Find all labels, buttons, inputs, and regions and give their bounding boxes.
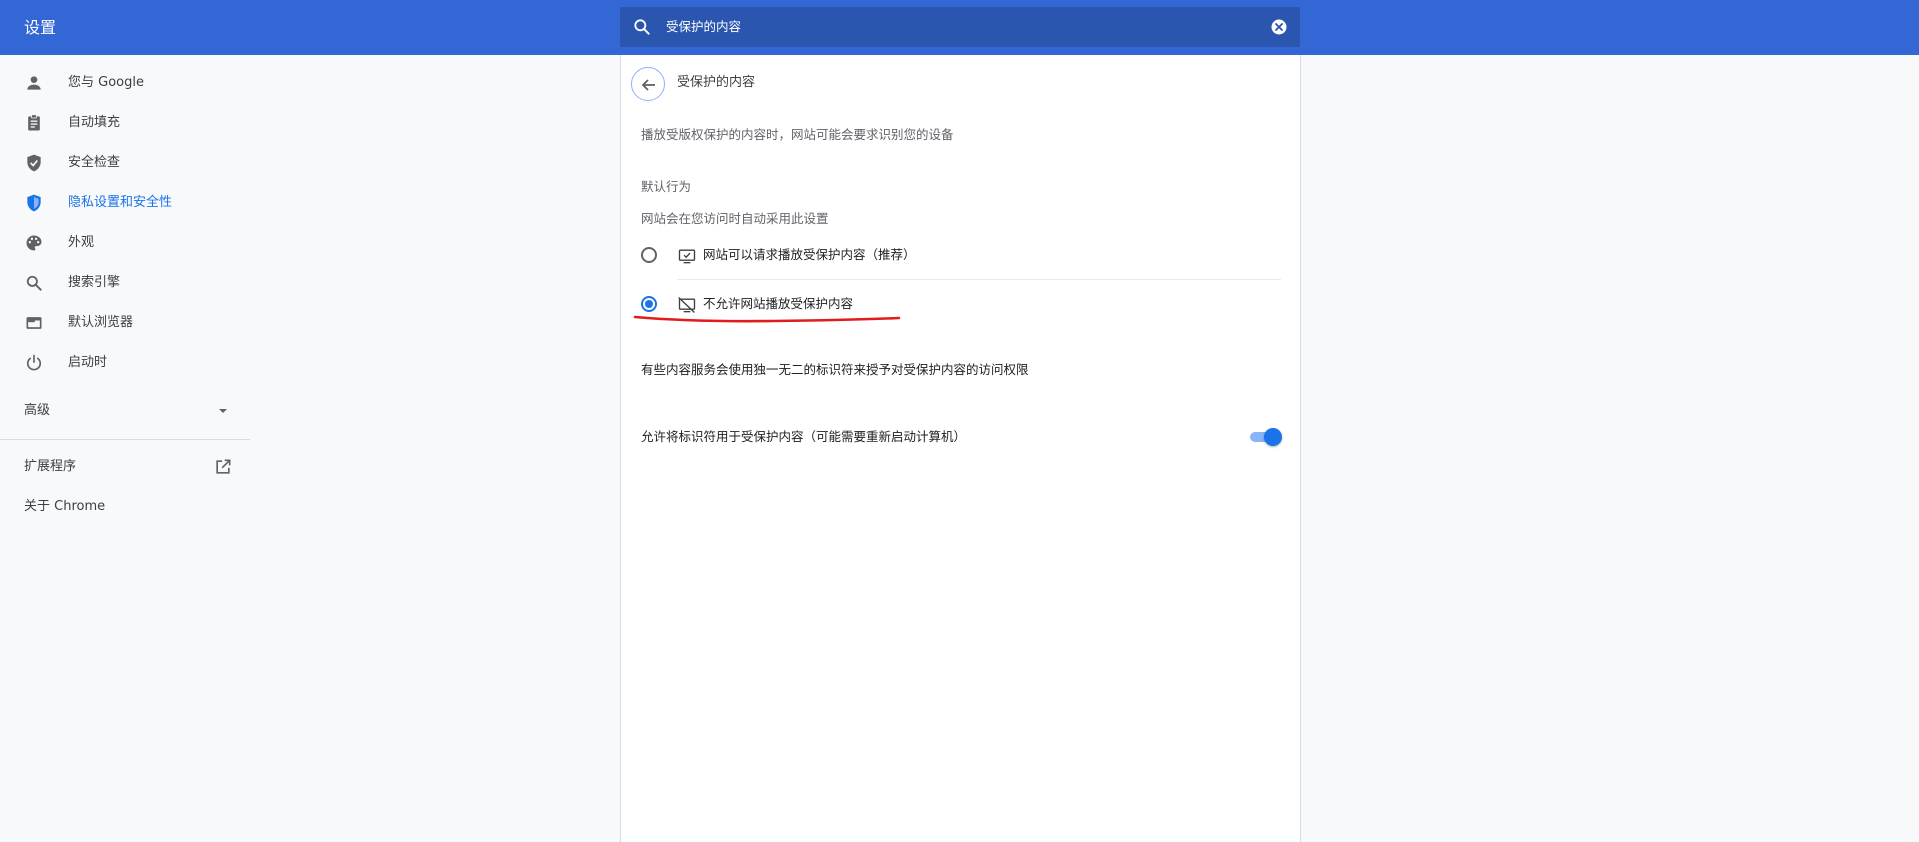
option-allow-protected[interactable]: 网站可以请求播放受保护内容（推荐） bbox=[621, 235, 1301, 275]
sidebar-item-label: 隐私设置和安全性 bbox=[68, 195, 173, 210]
identifier-info: 有些内容服务会使用独一无二的标识符来授予对受保护内容的访问权限 bbox=[641, 362, 1029, 377]
back-button[interactable] bbox=[631, 67, 665, 101]
sidebar-item-label: 自动填充 bbox=[68, 115, 121, 130]
open-in-new-icon bbox=[216, 459, 231, 474]
sidebar-item-label: 默认浏览器 bbox=[68, 315, 134, 330]
advanced-label: 高级 bbox=[24, 403, 51, 418]
top-bar: 设置 受保护的内容 bbox=[0, 0, 1919, 55]
sidebar-divider bbox=[0, 439, 250, 440]
search-icon bbox=[26, 275, 42, 291]
advanced-toggle[interactable]: 高级 bbox=[0, 391, 250, 431]
about-label: 关于 Chrome bbox=[24, 499, 106, 514]
chevron-down-icon bbox=[219, 409, 227, 413]
sidebar-item-default-browser[interactable]: 默认浏览器 bbox=[0, 303, 250, 343]
sidebar-item-extensions[interactable]: 扩展程序 bbox=[0, 447, 250, 487]
sidebar-item-label: 搜索引擎 bbox=[68, 275, 121, 290]
option-label: 不允许网站播放受保护内容 bbox=[703, 296, 854, 311]
option-label: 网站可以请求播放受保护内容（推荐） bbox=[703, 247, 916, 262]
search-input[interactable]: 受保护的内容 bbox=[666, 18, 741, 36]
search-icon[interactable] bbox=[632, 17, 652, 37]
search-box[interactable]: 受保护的内容 bbox=[620, 7, 1300, 47]
radio-button[interactable] bbox=[641, 247, 657, 263]
palette-icon bbox=[26, 235, 42, 251]
shield-icon bbox=[27, 194, 41, 212]
sidebar-item-autofill[interactable]: 自动填充 bbox=[0, 103, 250, 143]
power-icon bbox=[26, 354, 42, 371]
monitor-check-icon bbox=[678, 249, 696, 264]
clear-icon[interactable] bbox=[1270, 18, 1288, 36]
toggle-knob bbox=[1264, 428, 1282, 446]
sidebar-item-safety-check[interactable]: 安全检查 bbox=[0, 143, 250, 183]
page-description: 播放受版权保护的内容时，网站可能会要求识别您的设备 bbox=[641, 127, 954, 142]
identifier-toggle-row[interactable]: 允许将标识符用于受保护内容（可能需要重新启动计算机） bbox=[621, 421, 1301, 453]
default-behavior-label: 默认行为 bbox=[641, 179, 692, 194]
sidebar-item-privacy[interactable]: 隐私设置和安全性 bbox=[0, 183, 250, 223]
identifier-toggle[interactable] bbox=[1248, 428, 1282, 446]
browser-icon bbox=[26, 317, 42, 329]
person-icon bbox=[27, 76, 41, 90]
sidebar-item-label: 安全检查 bbox=[68, 155, 121, 170]
settings-card: 受保护的内容 播放受版权保护的内容时，网站可能会要求识别您的设备 默认行为 网站… bbox=[620, 55, 1301, 842]
red-annotation-underline bbox=[633, 315, 901, 323]
option-divider bbox=[677, 279, 1281, 280]
extensions-label: 扩展程序 bbox=[24, 459, 77, 474]
sidebar-item-appearance[interactable]: 外观 bbox=[0, 223, 250, 263]
sidebar-item-you-and-google[interactable]: 您与 Google bbox=[0, 63, 250, 103]
radio-button-selected[interactable] bbox=[641, 296, 657, 312]
arrow-back-icon bbox=[641, 79, 655, 91]
sidebar-item-label: 启动时 bbox=[68, 355, 108, 370]
sidebar: 您与 Google 自动填充 安全检查 隐私设置和安全性 外观 搜索引擎 默认浏… bbox=[0, 55, 250, 842]
clipboard-icon bbox=[28, 114, 40, 131]
app-title: 设置 bbox=[24, 18, 57, 37]
page-title: 受保护的内容 bbox=[677, 75, 756, 90]
sidebar-item-search-engine[interactable]: 搜索引擎 bbox=[0, 263, 250, 303]
sidebar-item-about-chrome[interactable]: 关于 Chrome bbox=[0, 487, 250, 527]
default-behavior-sub: 网站会在您访问时自动采用此设置 bbox=[641, 211, 829, 226]
sidebar-item-label: 外观 bbox=[68, 235, 95, 250]
sidebar-item-label: 您与 Google bbox=[68, 75, 144, 90]
sidebar-item-on-startup[interactable]: 启动时 bbox=[0, 343, 250, 383]
shield-check-icon bbox=[27, 154, 41, 172]
identifier-toggle-label: 允许将标识符用于受保护内容（可能需要重新启动计算机） bbox=[641, 429, 967, 444]
